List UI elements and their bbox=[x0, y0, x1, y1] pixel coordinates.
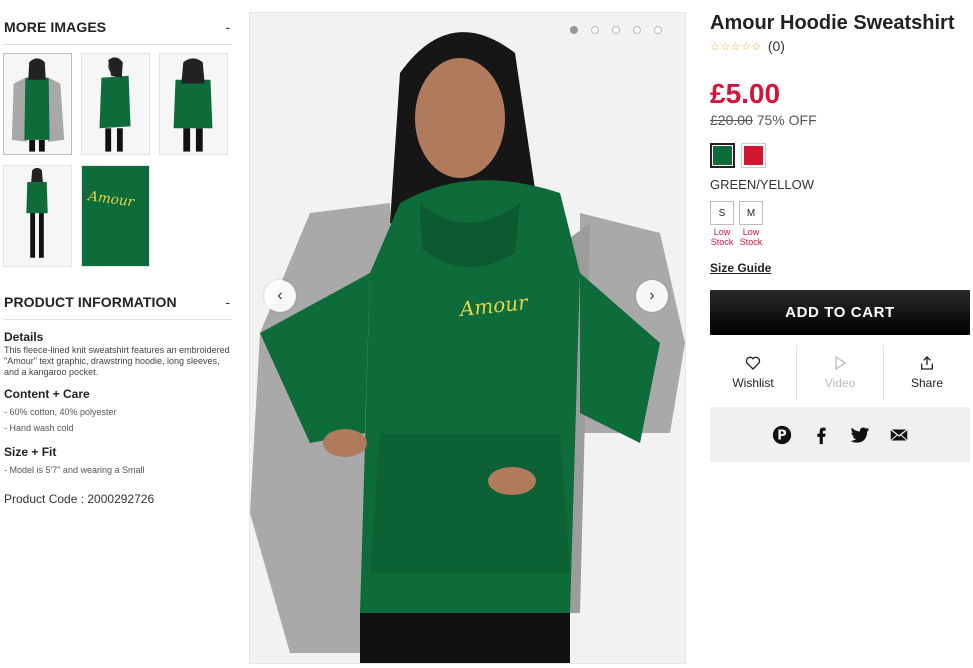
carousel-dot-1[interactable] bbox=[570, 26, 578, 34]
thumbnail-2[interactable] bbox=[81, 53, 150, 155]
stock-status: Low Stock bbox=[710, 227, 734, 247]
details-heading: Details bbox=[4, 330, 44, 344]
thumbnail-5[interactable]: Amour bbox=[81, 165, 150, 267]
carousel-dot-2[interactable] bbox=[591, 26, 599, 34]
thumbnail-image bbox=[4, 166, 71, 266]
original-price: £20.00 bbox=[710, 112, 753, 128]
play-icon bbox=[835, 355, 847, 371]
chevron-left-icon: ‹ bbox=[277, 287, 283, 304]
thumbnail-image bbox=[82, 54, 149, 154]
price-comparison: £20.00 75% OFF bbox=[710, 112, 817, 128]
size-guide-link[interactable]: Size Guide bbox=[710, 261, 771, 275]
thumbnail-1[interactable] bbox=[3, 53, 72, 155]
product-information-section: PRODUCT INFORMATION - bbox=[0, 289, 236, 320]
next-image-button[interactable]: › bbox=[636, 280, 668, 312]
chevron-right-icon: › bbox=[649, 287, 655, 304]
main-product-image: Amour ‹ › bbox=[249, 12, 686, 664]
size-option-m[interactable]: M Low Stock bbox=[739, 201, 763, 247]
twitter-icon[interactable] bbox=[849, 424, 871, 446]
carousel-dots bbox=[570, 26, 662, 34]
product-actions: Wishlist Video Share bbox=[710, 345, 970, 400]
carousel-dot-3[interactable] bbox=[612, 26, 620, 34]
size-option-s[interactable]: S Low Stock bbox=[710, 201, 734, 247]
content-item: - 60% cotton, 40% polyester bbox=[4, 407, 117, 417]
share-icon bbox=[921, 356, 933, 370]
product-information-body: Details This fleece-lined knit sweatshir… bbox=[4, 330, 234, 506]
divider bbox=[4, 319, 232, 320]
size-label: M bbox=[739, 201, 763, 225]
thumbnail-image bbox=[4, 54, 71, 154]
product-information-collapse-toggle[interactable]: - bbox=[225, 294, 232, 310]
size-selector: S Low Stock M Low Stock bbox=[710, 201, 763, 247]
heart-icon bbox=[745, 356, 761, 370]
color-swatch-green[interactable] bbox=[710, 143, 735, 168]
stock-status: Low Stock bbox=[739, 227, 763, 247]
model-photo: Amour bbox=[250, 13, 685, 663]
product-information-title: PRODUCT INFORMATION bbox=[4, 294, 177, 310]
content-item: - Hand wash cold bbox=[4, 423, 74, 433]
add-to-cart-button[interactable]: ADD TO CART bbox=[710, 290, 970, 335]
svg-text:P: P bbox=[777, 428, 786, 443]
thumbnail-3[interactable] bbox=[159, 53, 228, 155]
divider bbox=[4, 44, 232, 45]
details-text: This fleece-lined knit sweatshirt featur… bbox=[4, 345, 230, 377]
facebook-icon[interactable] bbox=[810, 424, 832, 446]
rating-row[interactable]: ☆☆☆☆☆ (0) bbox=[710, 38, 785, 54]
social-share-bar: P bbox=[710, 407, 970, 462]
product-code: Product Code : 2000292726 bbox=[4, 492, 155, 506]
share-label: Share bbox=[910, 376, 944, 390]
size-fit-item: - Model is 5'7" and wearing a Small bbox=[4, 465, 145, 475]
carousel-dot-5[interactable] bbox=[654, 26, 662, 34]
wishlist-label: Wishlist bbox=[732, 376, 774, 390]
discount-label: 75% OFF bbox=[756, 112, 817, 128]
carousel-dot-4[interactable] bbox=[633, 26, 641, 34]
share-button[interactable]: Share bbox=[883, 345, 970, 400]
star-rating-icon: ☆☆☆☆☆ bbox=[710, 40, 762, 53]
email-icon[interactable] bbox=[888, 424, 910, 446]
selected-color-name: GREEN/YELLOW bbox=[710, 177, 815, 192]
color-swatch-red[interactable] bbox=[741, 143, 766, 168]
pinterest-icon[interactable]: P bbox=[771, 424, 793, 446]
video-label: Video bbox=[824, 376, 856, 390]
content-care-heading: Content + Care bbox=[4, 387, 90, 401]
thumbnail-4[interactable] bbox=[3, 165, 72, 267]
thumbnail-image bbox=[160, 54, 227, 154]
product-title: Amour Hoodie Sweatshirt bbox=[710, 12, 955, 34]
size-label: S bbox=[710, 201, 734, 225]
thumbnail-image: Amour bbox=[82, 166, 149, 266]
previous-image-button[interactable]: ‹ bbox=[264, 280, 296, 312]
review-count: (0) bbox=[767, 38, 785, 54]
size-fit-heading: Size + Fit bbox=[4, 445, 57, 459]
sale-price: £5.00 bbox=[710, 78, 781, 109]
color-swatches bbox=[710, 143, 766, 168]
more-images-collapse-toggle[interactable]: - bbox=[225, 19, 232, 35]
more-images-section: MORE IMAGES - bbox=[0, 14, 236, 45]
wishlist-button[interactable]: Wishlist bbox=[710, 345, 796, 400]
more-images-title: MORE IMAGES bbox=[4, 19, 107, 35]
video-button[interactable]: Video bbox=[796, 345, 883, 400]
